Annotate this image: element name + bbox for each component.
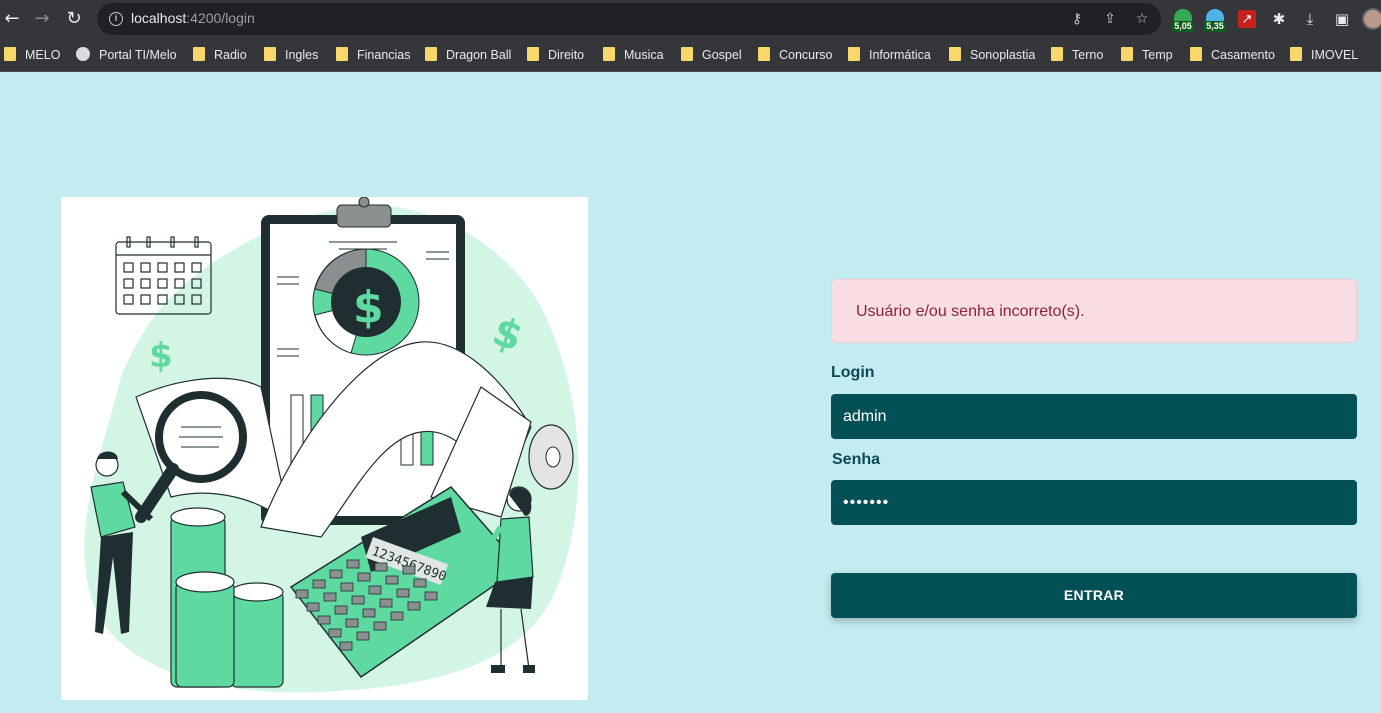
url-path: :4200/login bbox=[186, 10, 255, 26]
bookmark-label: Portal TI/Melo bbox=[99, 48, 177, 62]
bookmark-imovel[interactable]: IMOVEL bbox=[1290, 46, 1358, 64]
reload-icon[interactable]: ↻ bbox=[62, 7, 86, 31]
bookmark-terno[interactable]: Terno bbox=[1051, 46, 1103, 64]
bookmark-casamento[interactable]: Casamento bbox=[1190, 46, 1275, 64]
bookmark-label: MELO bbox=[25, 48, 61, 62]
password-input[interactable] bbox=[831, 480, 1357, 525]
folder-icon bbox=[949, 47, 961, 61]
bookmark-label: Sonoplastia bbox=[970, 48, 1036, 62]
folder-icon bbox=[1121, 47, 1133, 61]
folder-icon bbox=[527, 47, 539, 61]
bookmark-portal-ti-melo[interactable]: Portal TI/Melo bbox=[76, 46, 177, 64]
back-arrow-icon[interactable]: ← bbox=[0, 7, 24, 31]
bookmark-direito[interactable]: Direito bbox=[527, 46, 584, 64]
bookmark-radio[interactable]: Radio bbox=[193, 46, 247, 64]
bookmark-label: Financias bbox=[357, 48, 411, 62]
bookmark-label: Dragon Ball bbox=[446, 48, 512, 62]
folder-icon bbox=[1190, 47, 1202, 61]
bookmarks-bar: MELO Portal TI/Melo Radio Ingles Financi… bbox=[0, 38, 1381, 72]
extension-blue-badge-icon[interactable]: 5,35 bbox=[1204, 9, 1226, 33]
extensions-puzzle-icon[interactable]: ✱ bbox=[1268, 7, 1290, 31]
bookmark-sonoplastia[interactable]: Sonoplastia bbox=[949, 46, 1035, 64]
side-panel-icon[interactable]: ▣ bbox=[1331, 7, 1353, 31]
submit-button[interactable]: ENTRAR bbox=[831, 573, 1357, 618]
folder-icon bbox=[848, 47, 860, 61]
bookmark-label: Terno bbox=[1072, 48, 1104, 62]
folder-icon bbox=[758, 47, 770, 61]
browser-toolbar: ← → ↻ i localhost:4200/login ⚷ ⇪ ☆ 5,05 … bbox=[0, 0, 1381, 38]
profile-avatar[interactable] bbox=[1362, 8, 1381, 30]
login-label: Login bbox=[831, 364, 875, 381]
bookmark-financias[interactable]: Financias bbox=[336, 46, 411, 64]
bookmark-label: Concurso bbox=[779, 48, 833, 62]
folder-icon bbox=[4, 47, 16, 61]
site-info-icon[interactable]: i bbox=[109, 12, 123, 26]
bookmark-label: Casamento bbox=[1211, 48, 1275, 62]
folder-icon bbox=[1290, 47, 1302, 61]
folder-icon bbox=[425, 47, 437, 61]
address-bar[interactable]: i localhost:4200/login ⚷ ⇪ ☆ bbox=[97, 3, 1161, 35]
bookmark-informatica[interactable]: Informática bbox=[848, 46, 931, 64]
bookmark-label: Temp bbox=[1142, 48, 1173, 62]
bookmark-musica[interactable]: Musica bbox=[603, 46, 664, 64]
error-alert: Usuário e/ou senha incorreto(s). bbox=[831, 279, 1357, 343]
bookmark-gospel[interactable]: Gospel bbox=[681, 46, 742, 64]
bookmark-star-icon[interactable]: ☆ bbox=[1132, 9, 1152, 29]
password-label: Senha bbox=[832, 451, 881, 468]
login-input[interactable] bbox=[831, 394, 1357, 439]
bookmark-label: Musica bbox=[624, 48, 664, 62]
bookmark-label: Radio bbox=[214, 48, 247, 62]
bookmark-dragon-ball[interactable]: Dragon Ball bbox=[425, 46, 511, 64]
bookmark-label: Direito bbox=[548, 48, 585, 62]
folder-icon bbox=[1051, 47, 1063, 61]
url-text: localhost:4200/login bbox=[131, 10, 255, 26]
forward-arrow-icon[interactable]: → bbox=[30, 7, 54, 31]
bookmark-ingles[interactable]: Ingles bbox=[264, 46, 318, 64]
bookmark-label: Ingles bbox=[285, 48, 319, 62]
extension-green-badge-icon[interactable]: 5,05 bbox=[1172, 9, 1194, 33]
folder-icon bbox=[336, 47, 348, 61]
finance-illustration: $ $ $ 1234567890 bbox=[61, 196, 588, 700]
download-icon[interactable]: ⤓ bbox=[1299, 7, 1321, 31]
bookmark-concurso[interactable]: Concurso bbox=[758, 46, 833, 64]
extension-badge-count: 5,35 bbox=[1204, 21, 1226, 32]
finance-illustration-svg: $ $ $ 1234567890 bbox=[84, 196, 579, 693]
folder-icon bbox=[193, 47, 205, 61]
share-icon[interactable]: ⇪ bbox=[1100, 9, 1120, 29]
bookmark-label: Informática bbox=[869, 48, 931, 62]
folder-icon bbox=[681, 47, 693, 61]
bookmark-label: IMOVEL bbox=[1311, 48, 1359, 62]
bookmark-temp[interactable]: Temp bbox=[1121, 46, 1173, 64]
bookmark-label: Gospel bbox=[702, 48, 742, 62]
bookmark-melo[interactable]: MELO bbox=[4, 46, 60, 64]
password-key-icon[interactable]: ⚷ bbox=[1067, 9, 1087, 29]
folder-icon bbox=[264, 47, 276, 61]
error-message: Usuário e/ou senha incorreto(s). bbox=[856, 303, 1085, 320]
folder-icon bbox=[603, 47, 615, 61]
dollar-sign-icon: $ bbox=[353, 282, 384, 333]
pdf-extension-icon[interactable]: ↗ bbox=[1238, 10, 1256, 28]
extension-badge-count: 5,05 bbox=[1172, 21, 1194, 32]
dollar-sign-icon: $ bbox=[149, 336, 173, 376]
globe-icon bbox=[76, 47, 90, 61]
url-host: localhost bbox=[131, 10, 187, 26]
